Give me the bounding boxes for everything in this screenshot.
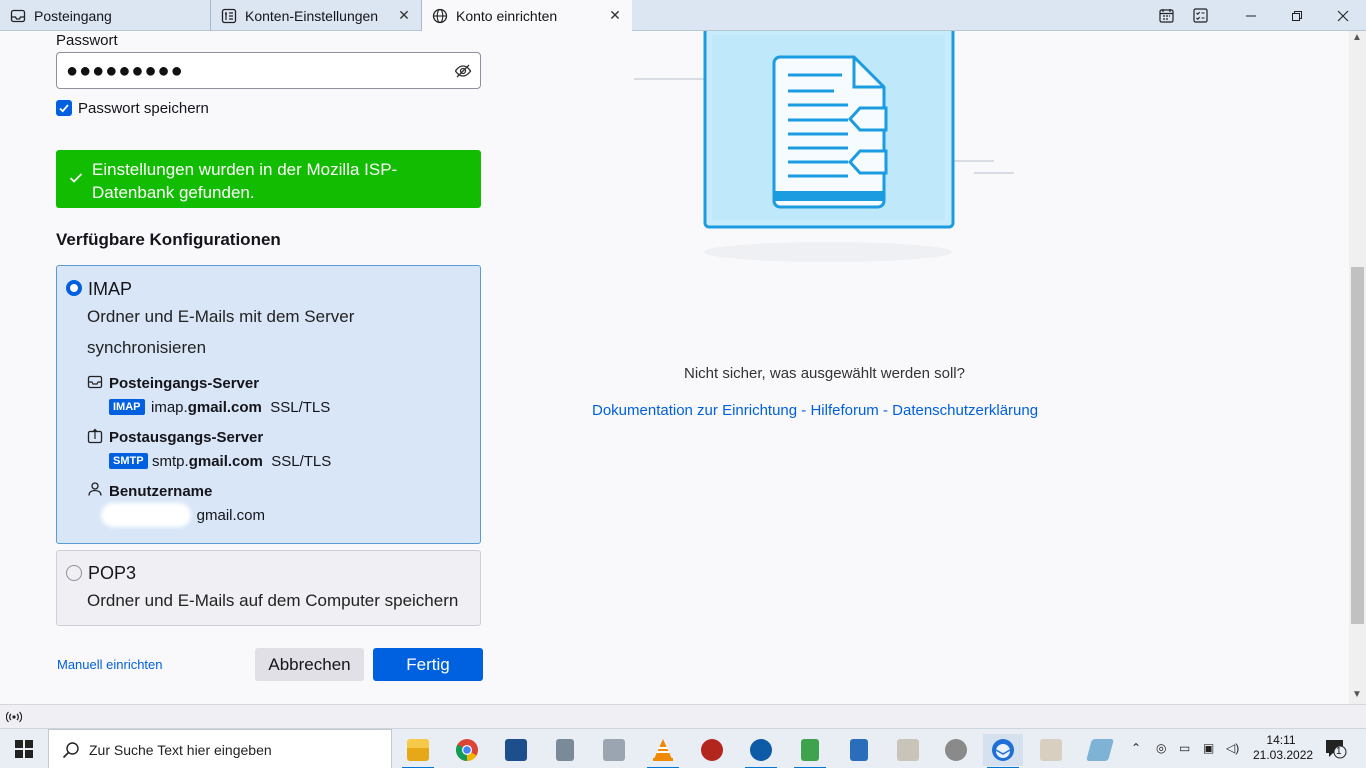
tab-posteingang[interactable]: Posteingang — [0, 0, 211, 31]
contacts-app-icon[interactable] — [496, 734, 536, 766]
tab-konto-einrichten[interactable]: Konto einrichten ✕ — [422, 0, 632, 32]
tab-bar: Posteingang Konten-Einstellungen ✕ Konto… — [0, 0, 1366, 32]
server-app-icon[interactable] — [594, 734, 634, 766]
network-icon[interactable]: ▣ — [1203, 741, 1214, 755]
pop3-option[interactable]: POP3 Ordner und E-Mails auf dem Computer… — [56, 550, 481, 626]
imap-badge: IMAP — [109, 399, 145, 415]
clock-date: 21.03.2022 — [1253, 748, 1314, 762]
chrome-icon[interactable] — [447, 734, 487, 766]
chevron-up-icon[interactable]: ⌃ — [1131, 741, 1141, 755]
windows-logo-icon — [15, 740, 33, 758]
pdf24-icon[interactable] — [888, 734, 928, 766]
volume-icon[interactable]: ◁) — [1226, 741, 1239, 755]
outgoing-server-heading: Postausgangs-Server — [109, 429, 264, 446]
user-icon — [88, 482, 102, 496]
documentation-link[interactable]: Dokumentation zur Einrichtung — [592, 402, 797, 419]
activity-icon[interactable] — [6, 711, 22, 723]
notification-count: 1 — [1336, 746, 1342, 757]
password-value: ●●●●●●●●● — [66, 60, 184, 82]
incoming-server-heading: Posteingangs-Server — [109, 375, 260, 392]
tab-label: Konten-Einstellungen — [245, 7, 379, 24]
pop3-radio[interactable] — [66, 565, 82, 581]
link-separator: - — [878, 402, 893, 419]
windows-start-button[interactable] — [0, 729, 48, 768]
globe-icon — [432, 8, 448, 24]
outgoing-mail-icon — [87, 428, 103, 444]
calculator-icon[interactable] — [545, 734, 585, 766]
pop3-description: Ordner und E-Mails auf dem Computer spei… — [87, 591, 459, 610]
username-heading: Benutzername — [109, 483, 213, 500]
imap-title: IMAP — [88, 279, 133, 299]
tab-label: Posteingang — [34, 7, 112, 24]
outgoing-server-value: smtp.gmail.com SSL/TLS — [152, 453, 332, 470]
puzzle-app-icon[interactable] — [692, 734, 732, 766]
webcam-icon[interactable]: ◎ — [1156, 741, 1166, 755]
thunderbird-icon[interactable] — [983, 734, 1023, 768]
taskbar-search[interactable]: Zur Suche Text hier eingeben — [48, 729, 392, 768]
help-forum-link[interactable]: Hilfeforum — [810, 402, 878, 419]
media-app-icon[interactable] — [741, 734, 781, 768]
settings-page-icon — [221, 8, 237, 23]
battery-icon[interactable]: ▭ — [1179, 741, 1190, 755]
smtp-badge: SMTP — [109, 453, 148, 469]
file-explorer-icon[interactable] — [398, 734, 438, 768]
password-label: Passwort — [56, 32, 118, 49]
minimize-button[interactable] — [1228, 0, 1274, 31]
eye-off-icon[interactable] — [454, 62, 472, 80]
close-icon[interactable]: ✕ — [608, 8, 622, 22]
pdf24-tools-icon[interactable] — [1031, 734, 1071, 766]
imap-description: Ordner und E-Mails mit dem Server synchr… — [87, 307, 355, 357]
account-setup-page: Passwort ●●●●●●●●● Passwort speichern Ei… — [0, 31, 1349, 704]
tab-konten-einstellungen[interactable]: Konten-Einstellungen ✕ — [211, 0, 422, 31]
banner-text: Einstellungen wurden in der Mozilla ISP-… — [92, 160, 398, 202]
writer-icon[interactable] — [839, 734, 879, 766]
document-illustration — [634, 31, 1014, 262]
incoming-server-value: imap.gmail.com SSL/TLS — [151, 399, 331, 416]
incoming-mail-icon — [87, 375, 103, 389]
save-password-checkbox[interactable] — [56, 100, 72, 116]
tab-label: Konto einrichten — [456, 8, 558, 24]
status-bar — [0, 704, 1366, 728]
success-banner: Einstellungen wurden in der Mozilla ISP-… — [56, 150, 481, 208]
spreadsheet-icon[interactable] — [790, 734, 830, 768]
notes-app-icon[interactable] — [1080, 734, 1120, 766]
privacy-app-icon[interactable] — [936, 734, 976, 766]
imap-radio[interactable] — [66, 280, 82, 296]
tasks-icon[interactable] — [1177, 0, 1223, 31]
save-password-label[interactable]: Passwort speichern — [78, 100, 209, 117]
close-window-button[interactable] — [1320, 0, 1366, 31]
redacted-username — [101, 503, 191, 527]
password-field[interactable]: ●●●●●●●●● — [56, 52, 481, 89]
done-button[interactable]: Fertig — [373, 648, 483, 681]
configs-heading: Verfügbare Konfigurationen — [56, 230, 281, 249]
scroll-down-icon[interactable]: ▼ — [1352, 689, 1362, 700]
pop3-title: POP3 — [88, 563, 137, 583]
search-icon — [62, 742, 79, 759]
link-separator: - — [797, 402, 811, 419]
close-icon[interactable]: ✕ — [397, 8, 411, 22]
privacy-link[interactable]: Datenschutzerklärung — [892, 402, 1038, 419]
checkmark-icon — [69, 173, 83, 183]
scrollbar-thumb[interactable] — [1351, 267, 1364, 624]
imap-option[interactable]: IMAP Ordner und E-Mails mit dem Server s… — [56, 265, 481, 544]
scroll-up-icon[interactable]: ▲ — [1352, 32, 1362, 43]
taskbar: Zur Suche Text hier eingeben ⌃ ◎ ▭ ▣ ◁) … — [0, 728, 1366, 768]
not-sure-text: Nicht sicher, was ausgewählt werden soll… — [684, 365, 965, 382]
clock[interactable]: 14:11 21.03.2022 — [1253, 733, 1314, 763]
cancel-button[interactable]: Abbrechen — [255, 648, 364, 681]
help-links: Dokumentation zur Einrichtung - Hilfefor… — [592, 402, 1038, 419]
manual-setup-link[interactable]: Manuell einrichten — [57, 657, 163, 672]
inbox-icon — [10, 9, 26, 22]
vlc-icon[interactable] — [643, 734, 683, 768]
search-placeholder: Zur Suche Text hier eingeben — [89, 742, 272, 758]
maximize-button[interactable] — [1274, 0, 1320, 31]
clock-time: 14:11 — [1266, 733, 1296, 747]
